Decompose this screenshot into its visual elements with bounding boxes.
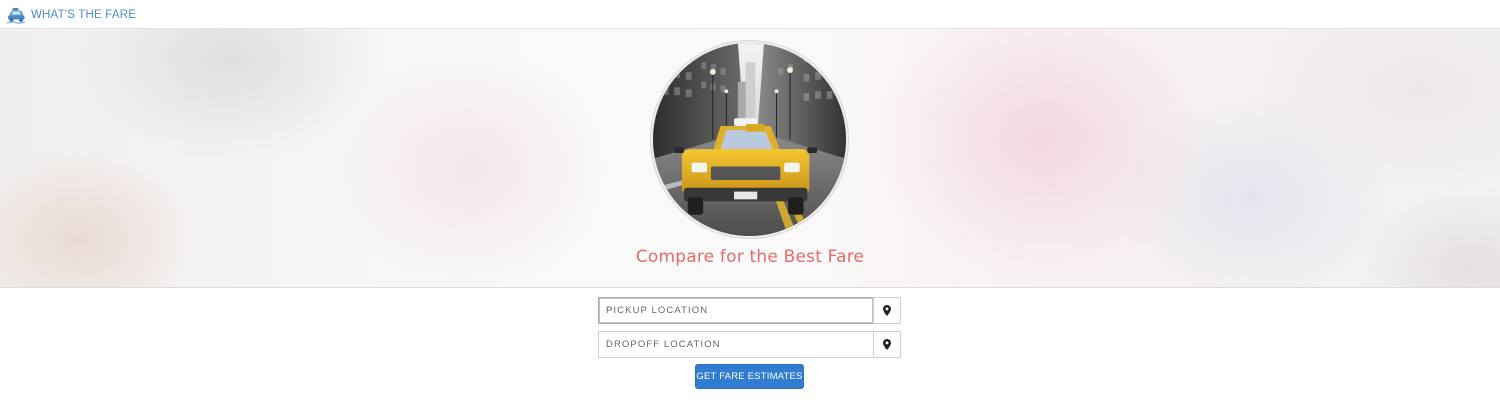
pickup-field-group (598, 297, 901, 324)
hero-banner: Compare for the Best Fare (0, 29, 1500, 288)
map-pin-icon (883, 339, 891, 350)
taxi-photo (651, 41, 848, 238)
pickup-location-input[interactable] (598, 297, 873, 324)
dropoff-locate-button[interactable] (873, 331, 901, 358)
dropoff-field-group (598, 331, 901, 358)
brand-link[interactable]: WHAT'S THE FARE (6, 4, 136, 25)
map-pin-icon (883, 305, 891, 316)
top-navbar: WHAT'S THE FARE (0, 0, 1500, 29)
pickup-locate-button[interactable] (873, 297, 901, 324)
hero-tagline: Compare for the Best Fare (635, 247, 865, 267)
get-fare-estimates-button[interactable]: GET FARE ESTIMATES (695, 364, 804, 389)
taxi-logo-icon (6, 7, 26, 24)
brand-name: WHAT'S THE FARE (31, 8, 137, 21)
dropoff-location-input[interactable] (598, 331, 873, 358)
